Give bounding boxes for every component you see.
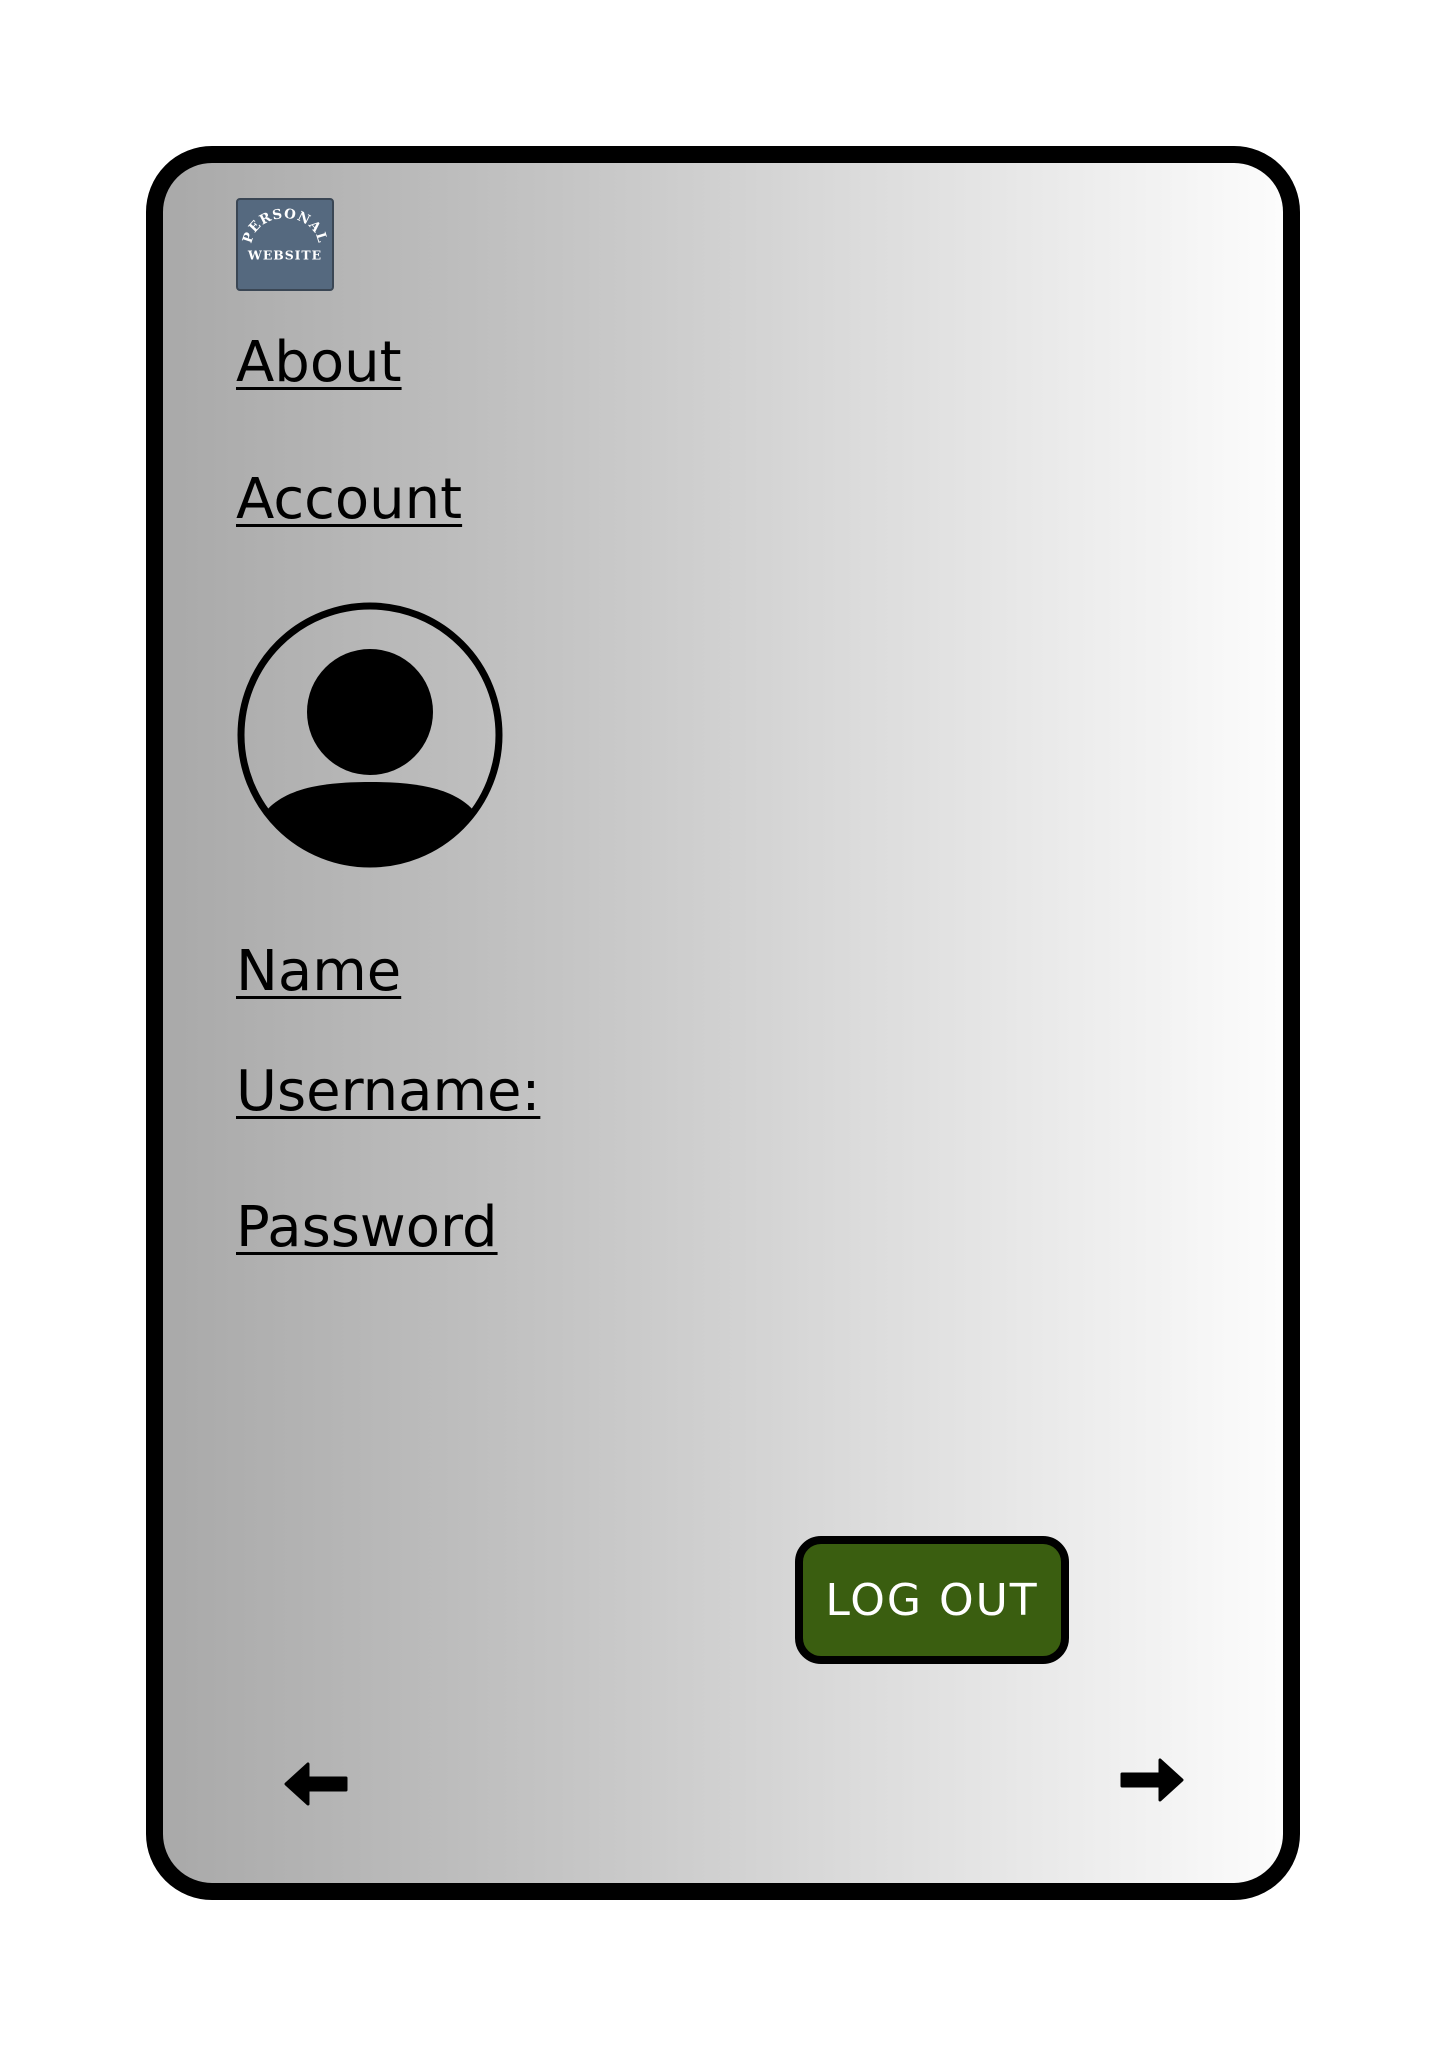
nav-link-account[interactable]: Account [236, 472, 462, 528]
logout-button-label: LOG OUT [825, 1574, 1039, 1626]
logout-button[interactable]: LOG OUT [795, 1536, 1069, 1664]
profile-password-label[interactable]: Password [236, 1200, 498, 1256]
account-card [146, 146, 1300, 1900]
arrow-right-icon [1120, 1758, 1184, 1802]
logo-text-top: PERSONAL [240, 206, 330, 245]
user-avatar-icon [236, 600, 504, 870]
profile-name-label[interactable]: Name [236, 944, 401, 1000]
nav-link-about[interactable]: About [236, 335, 402, 391]
profile-username-label[interactable]: Username: [236, 1064, 540, 1120]
personal-website-logo-icon: PERSONAL WEBSITE [240, 206, 331, 263]
logo-text-bottom: WEBSITE [247, 247, 322, 262]
site-logo[interactable]: PERSONAL WEBSITE [236, 198, 334, 291]
forward-arrow-button[interactable] [1120, 1756, 1184, 1804]
back-arrow-button[interactable] [284, 1760, 348, 1808]
svg-text:PERSONAL: PERSONAL [240, 206, 331, 245]
arrow-left-icon [284, 1762, 348, 1806]
